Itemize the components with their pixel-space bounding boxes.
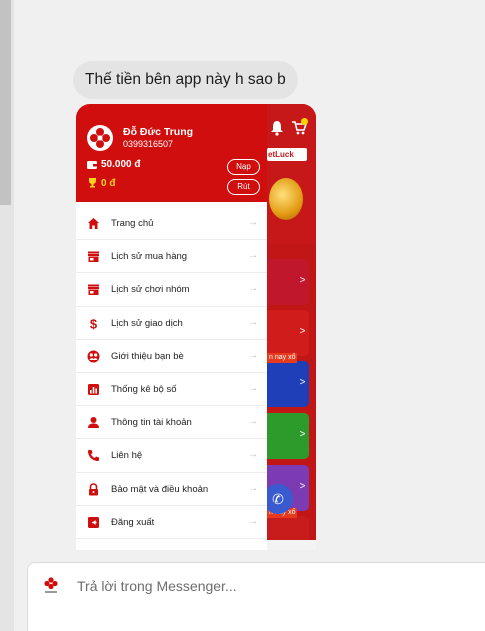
menu-item-transaction-history[interactable]: $ Lịch sử giao dịch → [76,307,267,340]
product-card[interactable]: > [267,310,309,356]
arrow-right-icon: → [248,283,258,295]
menu-item-logout[interactable]: Đăng xuất → [76,506,267,539]
phone-icon [88,450,99,462]
background-app-header: etLuck [267,104,316,244]
menu-item-group-play-history[interactable]: Lịch sử chơi nhóm → [76,273,267,307]
menu-item-refer-friends[interactable]: Giới thiệu bạn bè → [76,340,267,373]
menu-item-label: Lịch sử chơi nhóm [111,284,190,296]
trophy-icon [89,178,96,188]
menu-item-label: Giới thiệu bạn bè [111,350,184,362]
logout-icon [88,516,99,528]
page-scrollbar[interactable] [0,0,14,631]
product-card[interactable]: > [267,413,309,459]
menu-item-label: Thống kê bộ số [111,383,177,395]
withdraw-button[interactable]: Rút [227,179,260,195]
arrow-right-icon: → [248,250,258,262]
arrow-right-icon: → [248,416,258,428]
chevron-right-icon: > [299,275,306,286]
arrow-right-icon: → [248,449,258,461]
reply-bar: Trả lời trong Messenger... [27,562,485,631]
call-fab-phone-icon[interactable]: ✆ [263,484,293,514]
cart-badge [301,118,308,125]
arrow-right-icon: → [248,349,258,361]
dollar-icon: $ [90,317,98,330]
svg-text:$: $ [90,317,98,330]
menu-item-purchase-history[interactable]: Lịch sử mua hàng → [76,240,267,274]
navigation-drawer: Đỗ Đức Trung 0399316507 50.000 đ 0 đ Nạp… [76,104,267,550]
chevron-right-icon: > [299,429,306,440]
drawer-header: Đỗ Đức Trung 0399316507 50.000 đ 0 đ Nạp… [76,104,267,202]
menu-item-label: Thông tin tài khoản [111,417,192,429]
menu-item-number-stats[interactable]: Thống kê bộ số → [76,373,267,407]
lock-icon [89,482,98,495]
product-card[interactable]: > [267,259,309,305]
menu-item-label: Lịch sử mua hàng [111,251,188,263]
wallet-balance: 50.000 đ [101,159,141,170]
store-icon [88,284,99,296]
wallet-icon [87,161,97,169]
product-card[interactable]: n nay xổ > [267,353,309,407]
message-bubble: Thế tiền bên app này h sao b [73,61,298,99]
menu-item-home[interactable]: Trang chủ → [76,207,267,241]
menu-item-label: Trang chủ [111,218,154,229]
home-icon [88,218,99,229]
chevron-right-icon: > [299,481,306,492]
bell-icon [271,121,283,136]
chevron-right-icon: > [299,326,306,337]
menu-item-label: Đăng xuất [111,516,155,528]
coin-graphic [269,178,303,220]
chevron-right-icon: > [299,377,306,388]
bar-chart-icon [88,383,99,395]
user-name: Đỗ Đức Trung [123,126,194,138]
page-avatar-icon [44,577,58,593]
user-phone: 0399316507 [123,139,174,149]
referral-icon [87,350,100,363]
app-logo-icon [87,125,113,151]
person-icon [88,417,99,429]
arrow-right-icon: → [248,217,258,228]
arrow-right-icon: → [248,482,258,494]
store-icon [88,251,99,263]
arrow-right-icon: → [248,316,258,328]
background-app: etLuck > > n nay xổ > > > n nay xổ ✆ [263,104,316,550]
reward-points: 0 đ [101,178,116,189]
menu-item-contact[interactable]: Liên hệ → [76,439,267,473]
menu-item-security-terms[interactable]: Bảo mật và điều khoản → [76,473,267,506]
menu-item-account-info[interactable]: Thông tin tài khoản → [76,406,267,440]
menu-item-label: Bảo mật và điều khoản [111,483,209,495]
deposit-button[interactable]: Nạp [227,159,260,175]
arrow-right-icon: → [248,382,258,394]
drawer-menu: Trang chủ → Lịch sử mua hàng → Lịch sử c… [76,207,267,539]
background-app-logo: etLuck [267,148,307,161]
shared-screenshot[interactable]: etLuck > > n nay xổ > > > n nay xổ ✆ Đỗ Đ… [76,104,316,550]
reply-input[interactable]: Trả lời trong Messenger... [77,578,237,594]
menu-item-label: Lịch sử giao dịch [111,317,183,329]
menu-item-label: Liên hệ [111,450,143,462]
scrollbar-thumb[interactable] [0,0,11,205]
background-app-bottom-bar [267,540,316,550]
card-tag: n nay xổ [267,353,298,363]
arrow-right-icon: → [248,515,258,527]
